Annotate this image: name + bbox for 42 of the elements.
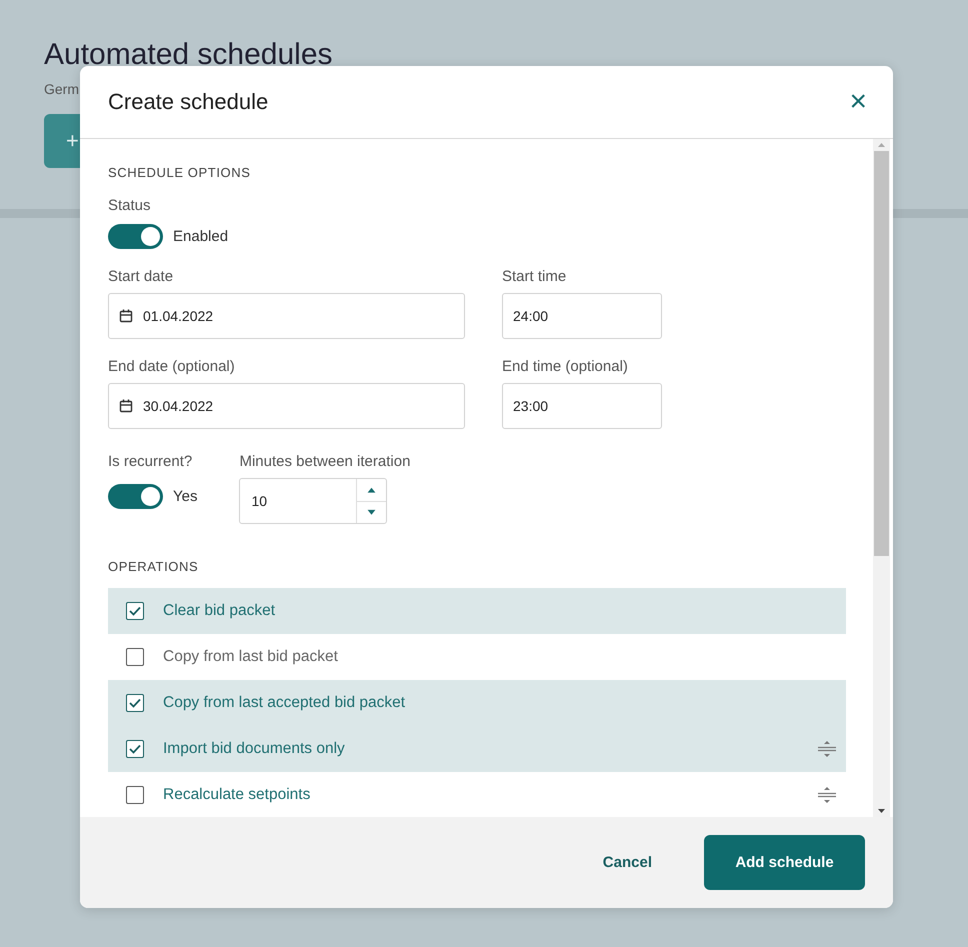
calendar-icon — [119, 309, 133, 323]
drag-handle-icon[interactable] — [818, 786, 836, 804]
checkbox[interactable] — [126, 602, 144, 620]
calendar-icon — [119, 399, 133, 413]
operation-label: Recalculate setpoints — [163, 786, 312, 804]
checkbox[interactable] — [126, 694, 144, 712]
dialog-title: Create schedule — [108, 89, 268, 115]
operation-row[interactable]: Clear bid packet — [108, 588, 846, 634]
close-button[interactable]: × — [847, 87, 869, 117]
field-label: End time (optional) — [502, 358, 629, 375]
status-toggle[interactable] — [108, 224, 163, 249]
field-label: End date (optional) — [108, 358, 236, 375]
time-field[interactable]: 23:00 — [502, 383, 662, 429]
number-field[interactable]: 10 — [239, 478, 388, 524]
operation-label: Copy from last accepted bid packet — [163, 694, 406, 712]
operation-label: Clear bid packet — [163, 602, 276, 620]
section-heading: SCHEDULE OPTIONS — [108, 165, 252, 180]
page-title: Automated schedules — [44, 38, 334, 72]
field-label: Start date — [108, 268, 174, 285]
operation-label: Copy from last bid packet — [163, 648, 339, 666]
page-subtitle: Germ — [44, 81, 80, 97]
field-label: Status — [108, 197, 152, 214]
operation-label: Import bid documents only — [163, 740, 346, 758]
recurrent-toggle[interactable] — [108, 484, 163, 509]
field-label: Minutes between iteration — [239, 453, 410, 470]
add-schedule-button[interactable]: Add schedule — [704, 835, 865, 890]
field-label: Start time — [502, 268, 568, 285]
date-field[interactable]: 30.04.2022 — [108, 383, 465, 429]
operation-row[interactable]: Recalculate setpoints — [108, 772, 846, 817]
checkbox[interactable] — [126, 740, 144, 758]
toggle-label: Yes — [173, 488, 198, 505]
checkbox[interactable] — [126, 786, 144, 804]
operation-row[interactable]: Copy from last accepted bid packet — [108, 680, 846, 726]
section-heading: OPERATIONS — [108, 559, 200, 574]
time-field[interactable]: 24:00 — [502, 293, 662, 339]
toggle-label: Enabled — [173, 228, 228, 245]
scrollbar[interactable] — [873, 139, 890, 817]
operation-row[interactable]: Import bid documents only — [108, 726, 846, 772]
cancel-button[interactable]: Cancel — [596, 853, 658, 872]
field-label: Is recurrent? — [108, 453, 194, 470]
date-field[interactable]: 01.04.2022 — [108, 293, 465, 339]
drag-handle-icon[interactable] — [818, 740, 836, 758]
